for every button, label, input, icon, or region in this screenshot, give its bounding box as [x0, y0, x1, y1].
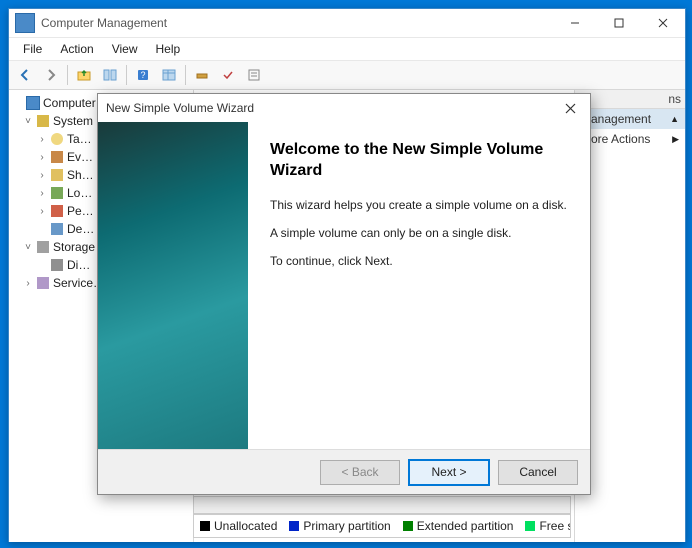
swatch-unallocated	[200, 521, 210, 531]
perf-icon	[49, 204, 65, 218]
menu-help[interactable]: Help	[148, 40, 189, 58]
dialog-titlebar: New Simple Volume Wizard	[98, 94, 590, 122]
next-button[interactable]: Next >	[408, 459, 490, 486]
back-button: < Back	[320, 460, 400, 485]
cancel-button[interactable]: Cancel	[498, 460, 578, 485]
wizard-content: Welcome to the New Simple Volume Wizard …	[248, 122, 590, 449]
swatch-free	[525, 521, 535, 531]
window-title: Computer Management	[41, 16, 553, 30]
scheduler-icon	[49, 132, 65, 146]
swatch-extended	[403, 521, 413, 531]
horizontal-scrollbar[interactable]	[193, 496, 571, 514]
actions-row-more[interactable]: More Actions▶	[575, 129, 685, 149]
wizard-text-1: This wizard helps you create a simple vo…	[270, 198, 568, 212]
view-panes-icon[interactable]	[98, 63, 122, 87]
folder-up-icon[interactable]	[72, 63, 96, 87]
actions-row-management[interactable]: Management▲	[575, 109, 685, 129]
help-icon[interactable]: ?	[131, 63, 155, 87]
dialog-title: New Simple Volume Wizard	[106, 101, 254, 115]
svg-text:?: ?	[140, 70, 145, 80]
settings-icon[interactable]	[190, 63, 214, 87]
minimize-button[interactable]	[553, 9, 597, 37]
device-icon	[49, 222, 65, 236]
actions-header: ns	[575, 90, 685, 109]
swatch-primary	[289, 521, 299, 531]
disk-legend: Unallocated Primary partition Extended p…	[193, 514, 571, 538]
storage-icon	[35, 240, 51, 254]
close-button[interactable]	[641, 9, 685, 37]
forward-icon[interactable]	[39, 63, 63, 87]
shared-icon	[49, 168, 65, 182]
tools-icon	[35, 114, 51, 128]
wizard-button-row: < Back Next > Cancel	[98, 449, 590, 494]
maximize-button[interactable]	[597, 9, 641, 37]
wizard-heading: Welcome to the New Simple Volume Wizard	[270, 140, 568, 182]
wizard-side-graphic	[98, 122, 248, 449]
back-icon[interactable]	[13, 63, 37, 87]
wizard-text-3: To continue, click Next.	[270, 254, 568, 268]
menu-view[interactable]: View	[104, 40, 146, 58]
toolbar: ?	[9, 61, 685, 90]
collapse-icon: ▲	[670, 114, 679, 124]
disk-icon	[49, 258, 65, 272]
eventviewer-icon	[49, 150, 65, 164]
menu-action[interactable]: Action	[52, 40, 101, 58]
titlebar: Computer Management	[9, 9, 685, 38]
view-list-icon[interactable]	[157, 63, 181, 87]
computer-management-window: Computer Management File Action View Hel…	[8, 8, 686, 542]
computer-icon	[25, 96, 41, 110]
app-icon	[15, 13, 35, 33]
users-icon	[49, 186, 65, 200]
wizard-text-2: A simple volume can only be on a single …	[270, 226, 568, 240]
dialog-close-button[interactable]	[558, 96, 582, 120]
services-icon	[35, 276, 51, 290]
properties-icon[interactable]	[242, 63, 266, 87]
menu-file[interactable]: File	[15, 40, 50, 58]
chevron-right-icon: ▶	[672, 134, 679, 145]
menubar: File Action View Help	[9, 38, 685, 61]
new-simple-volume-wizard: New Simple Volume Wizard Welcome to the …	[97, 93, 591, 495]
check-icon[interactable]	[216, 63, 240, 87]
